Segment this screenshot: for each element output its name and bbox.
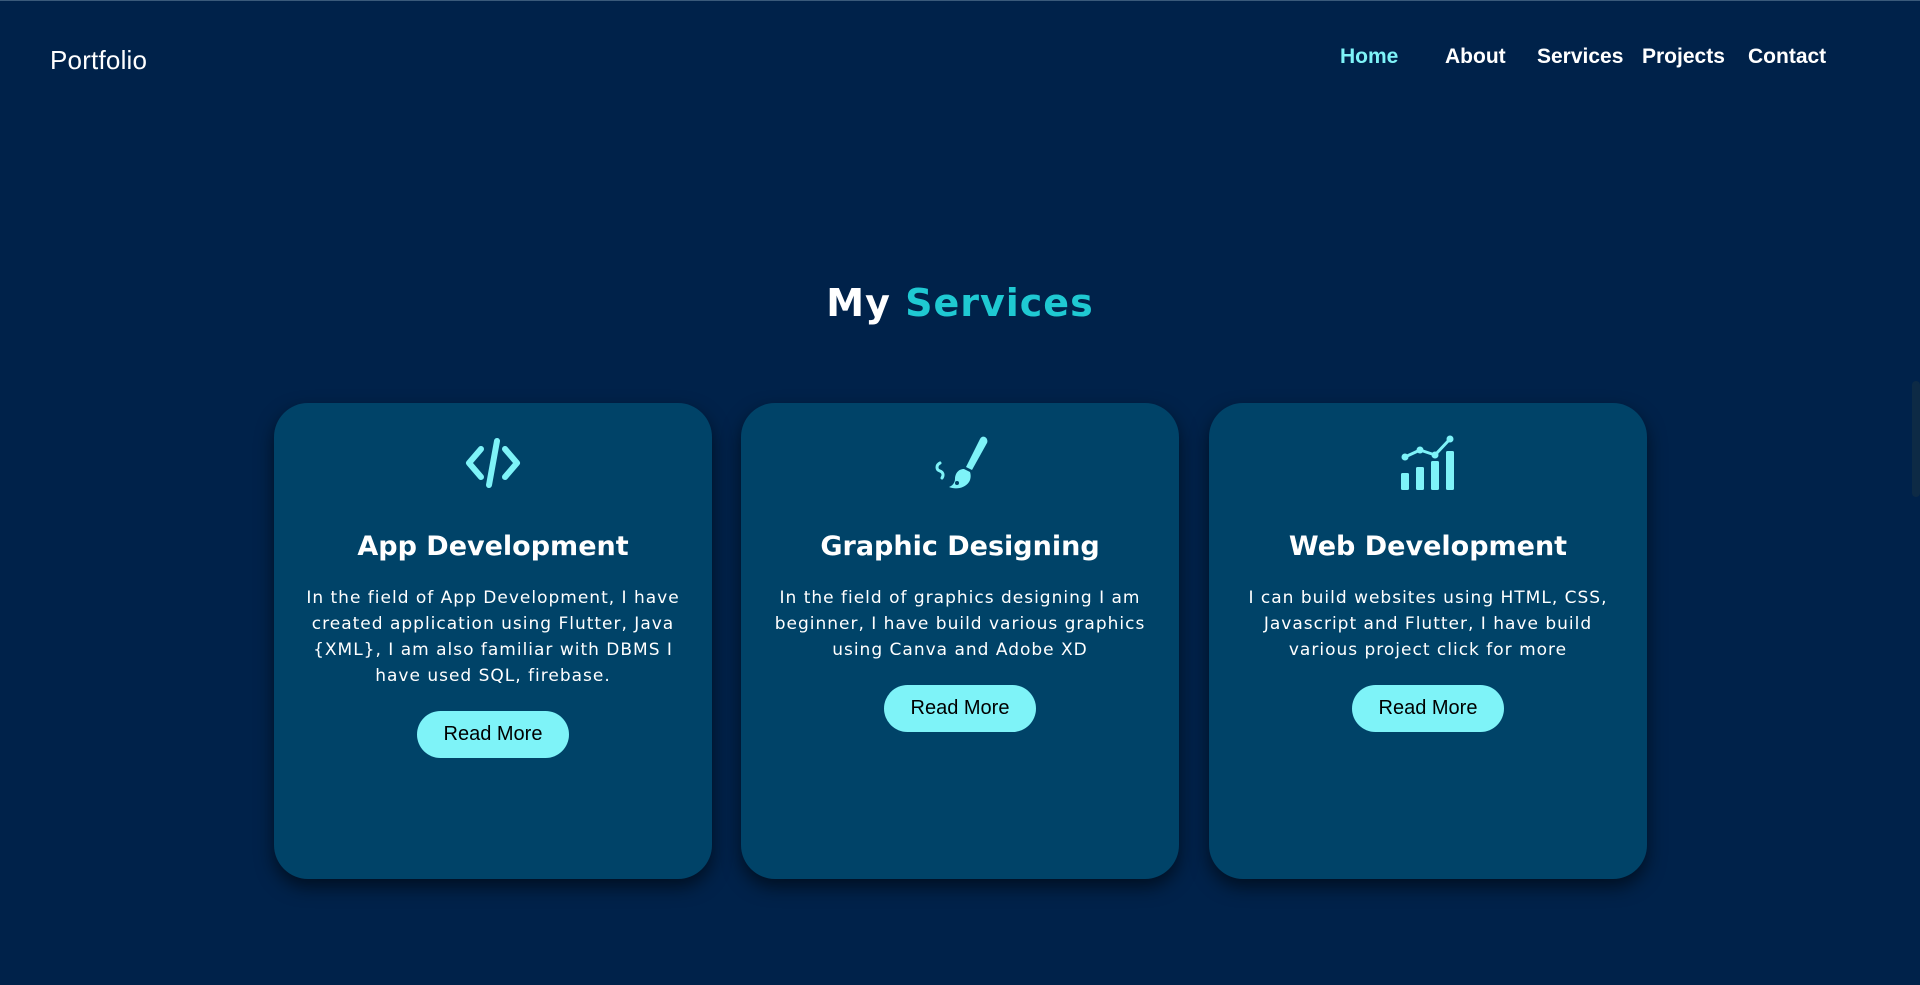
- section-title-prefix: My: [826, 281, 891, 325]
- card-title: Graphic Designing: [820, 531, 1100, 562]
- card-title: App Development: [357, 531, 629, 562]
- read-more-button[interactable]: Read More: [417, 711, 569, 758]
- code-icon: [466, 438, 520, 488]
- section-title: My Services: [0, 281, 1920, 325]
- nav-link-projects[interactable]: Projects: [1642, 45, 1725, 69]
- nav-link-contact[interactable]: Contact: [1748, 45, 1826, 69]
- scrollbar-thumb[interactable]: [1912, 381, 1920, 497]
- nav-link-home[interactable]: Home: [1340, 45, 1398, 69]
- page: Portfolio Home About Services Projects C…: [0, 0, 1920, 985]
- main-nav: Home About Services Projects Contact: [0, 45, 1920, 75]
- card-description: I can build websites using HTML, CSS, Ja…: [1248, 588, 1608, 660]
- service-card-graphic-designing: Graphic Designing In the field of graphi…: [741, 403, 1179, 879]
- paintbrush-icon: [935, 436, 988, 489]
- service-card-app-development: App Development In the field of App Deve…: [274, 403, 712, 879]
- section-title-accent: Services: [905, 281, 1094, 325]
- service-card-web-development: Web Development I can build websites usi…: [1209, 403, 1647, 879]
- nav-link-services[interactable]: Services: [1537, 45, 1623, 69]
- card-description: In the field of graphics designing I am …: [774, 588, 1146, 660]
- chart-icon: [1401, 435, 1454, 490]
- read-more-button[interactable]: Read More: [884, 685, 1036, 732]
- read-more-button[interactable]: Read More: [1352, 685, 1504, 732]
- card-description: In the field of App Development, I have …: [306, 588, 680, 686]
- nav-link-about[interactable]: About: [1445, 45, 1506, 69]
- card-title: Web Development: [1288, 531, 1568, 562]
